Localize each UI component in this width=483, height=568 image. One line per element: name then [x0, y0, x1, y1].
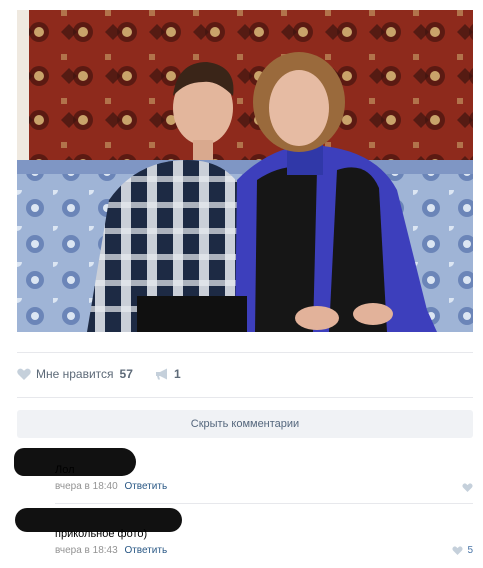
share-button[interactable]: 1	[155, 367, 181, 381]
comment-text: прикольное фото)	[55, 528, 148, 540]
hide-comments-button[interactable]: Скрыть комментарии	[17, 410, 473, 438]
post-actions: Мне нравится 57 1	[17, 365, 473, 385]
comment-divider	[55, 503, 473, 504]
comment-like-button[interactable]: 5	[452, 545, 473, 556]
reply-link[interactable]: Ответить	[124, 481, 167, 492]
comment-time: вчера в 18:40	[55, 481, 118, 492]
heart-icon	[17, 368, 31, 380]
like-count: 57	[119, 367, 133, 381]
comment-meta: вчера в 18:40 Ответить	[55, 481, 167, 492]
post-divider	[17, 352, 473, 353]
like-label: Мне нравится	[36, 367, 114, 381]
post-photo[interactable]	[17, 10, 473, 332]
reply-link[interactable]: Ответить	[124, 545, 167, 556]
comment-heart-icon[interactable]	[462, 483, 473, 492]
comment-time: вчера в 18:43	[55, 545, 118, 556]
megaphone-icon	[156, 368, 167, 380]
comment-item: прикольное фото) вчера в 18:43 Ответить …	[15, 508, 473, 563]
couple-on-sofa-photo	[17, 10, 473, 332]
actions-divider	[17, 397, 473, 398]
comment-like-count: 5	[467, 545, 473, 556]
like-button[interactable]: Мне нравится 57	[17, 367, 133, 381]
comment-heart-icon	[452, 546, 464, 555]
comment-item: Лол вчера в 18:40 Ответить	[14, 446, 473, 498]
redacted-author	[14, 448, 136, 476]
comment-meta: вчера в 18:43 Ответить	[55, 545, 167, 556]
comment-text: Лол	[55, 464, 75, 476]
share-count: 1	[174, 367, 181, 381]
